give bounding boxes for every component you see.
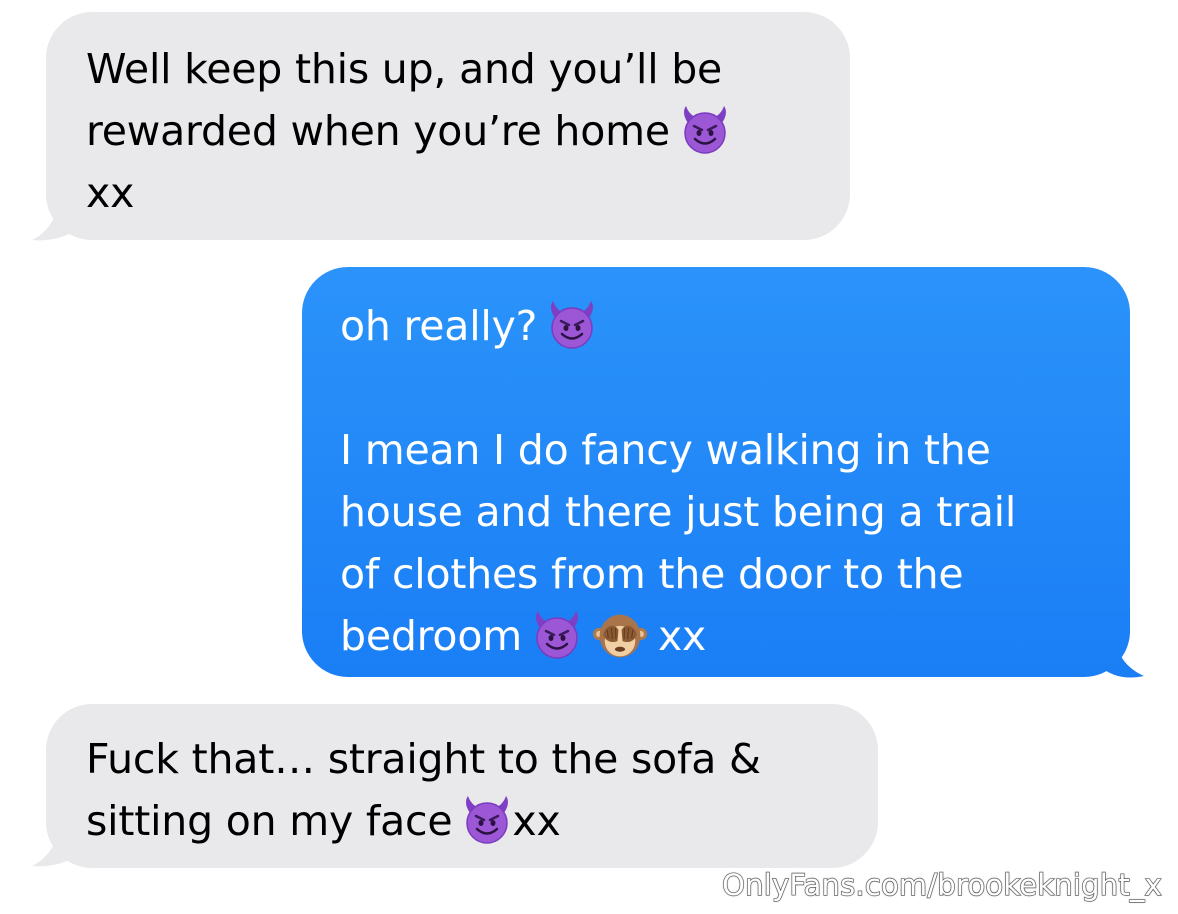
message-bubble-incoming-2[interactable]: Fuck that… straight to the sofa & sittin… bbox=[46, 704, 878, 868]
smiling-face-with-horns-icon bbox=[462, 795, 512, 845]
message-bubble-incoming-1[interactable]: Well keep this up, and you’ll be rewarde… bbox=[46, 12, 850, 240]
message-text-line: rewarded when you’re home bbox=[86, 100, 820, 162]
message-text-line: oh really? bbox=[340, 295, 1100, 357]
message-text-line: of clothes from the door to the bbox=[340, 550, 964, 598]
message-text-line: I mean I do fancy walking in the bbox=[340, 426, 991, 474]
see-no-evil-monkey-icon bbox=[592, 609, 648, 661]
smiling-face-with-horns-icon bbox=[680, 105, 730, 155]
message-bubble-outgoing-1[interactable]: oh really? I mean I do fancy walking in … bbox=[302, 267, 1130, 677]
message-text-line: house and there just being a trail bbox=[340, 488, 1017, 536]
message-text-line: Well keep this up, and you’ll be bbox=[86, 45, 723, 93]
watermark-text: OnlyFans.com/brookeknight_x bbox=[721, 867, 1162, 902]
smiling-face-with-horns-icon bbox=[547, 300, 597, 350]
message-text-line: sitting on my face xx bbox=[86, 795, 561, 845]
message-text-line: Fuck that… straight to the sofa & bbox=[86, 735, 761, 783]
message-text-line: bedroom xx bbox=[340, 605, 1100, 667]
message-text-line: xx bbox=[86, 169, 135, 217]
smiling-face-with-horns-icon bbox=[532, 610, 582, 660]
